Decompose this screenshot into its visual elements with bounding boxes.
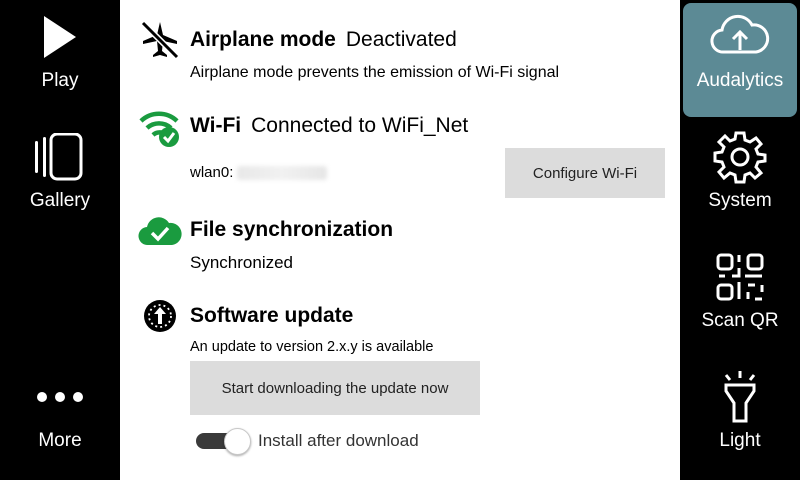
airplane-off-icon bbox=[138, 18, 182, 62]
gallery-label: Gallery bbox=[29, 190, 91, 211]
sync-status: Synchronized bbox=[190, 253, 294, 272]
audalytics-label: Audalytics bbox=[696, 70, 784, 91]
install-after-download-toggle[interactable] bbox=[196, 428, 252, 455]
wifi-status: Connected to WiFi_Net bbox=[251, 114, 469, 137]
flashlight-icon bbox=[680, 362, 800, 432]
wifi-interface-label: wlan0: bbox=[190, 164, 234, 181]
right-nav: Audalytics System Scan QR Light bbox=[680, 0, 800, 480]
system-label: System bbox=[708, 190, 772, 211]
gallery-icon bbox=[0, 122, 120, 192]
gallery-button[interactable]: Gallery bbox=[0, 122, 120, 236]
main-panel: Airplane mode Deactivated Airplane mode p… bbox=[120, 0, 680, 480]
light-label: Light bbox=[719, 430, 761, 451]
scan-qr-label: Scan QR bbox=[701, 310, 779, 331]
play-button[interactable]: Play bbox=[0, 2, 120, 116]
gear-icon bbox=[680, 122, 800, 192]
sync-title: File synchronization bbox=[190, 218, 394, 241]
light-button[interactable]: Light bbox=[680, 362, 800, 476]
update-icon bbox=[138, 294, 182, 338]
more-dots-icon bbox=[0, 362, 120, 432]
system-button[interactable]: System bbox=[680, 122, 800, 236]
wifi-title: Wi-Fi Connected to WiFi_Net bbox=[190, 114, 468, 138]
configure-wifi-button[interactable]: Configure Wi-Fi bbox=[505, 148, 665, 198]
airplane-title: Airplane mode Deactivated bbox=[190, 28, 457, 52]
wifi-check-icon bbox=[138, 106, 182, 150]
install-after-download-label: Install after download bbox=[258, 431, 419, 450]
more-button[interactable]: More bbox=[0, 362, 120, 476]
airplane-description: Airplane mode prevents the emission of W… bbox=[190, 64, 560, 81]
audalytics-button[interactable]: Audalytics bbox=[683, 3, 797, 117]
cloud-upload-icon bbox=[683, 3, 797, 65]
wifi-interface: wlan0: bbox=[190, 164, 328, 181]
download-update-button[interactable]: Start downloading the update now bbox=[190, 361, 480, 415]
airplane-status: Deactivated bbox=[345, 28, 457, 51]
update-description: An update to version 2.x.y is available bbox=[190, 339, 434, 355]
left-nav: Play Gallery More bbox=[0, 0, 120, 480]
play-icon bbox=[0, 2, 120, 72]
play-label: Play bbox=[41, 70, 79, 91]
wifi-title-text: Wi-Fi bbox=[190, 114, 242, 137]
update-title: Software update bbox=[190, 304, 354, 327]
ip-address-redacted bbox=[237, 166, 328, 181]
qr-code-icon bbox=[680, 242, 800, 312]
airplane-title-text: Airplane mode bbox=[190, 28, 336, 51]
scan-qr-button[interactable]: Scan QR bbox=[680, 242, 800, 356]
more-label: More bbox=[38, 430, 82, 451]
cloud-check-icon bbox=[138, 208, 182, 252]
toggle-knob bbox=[224, 428, 251, 455]
